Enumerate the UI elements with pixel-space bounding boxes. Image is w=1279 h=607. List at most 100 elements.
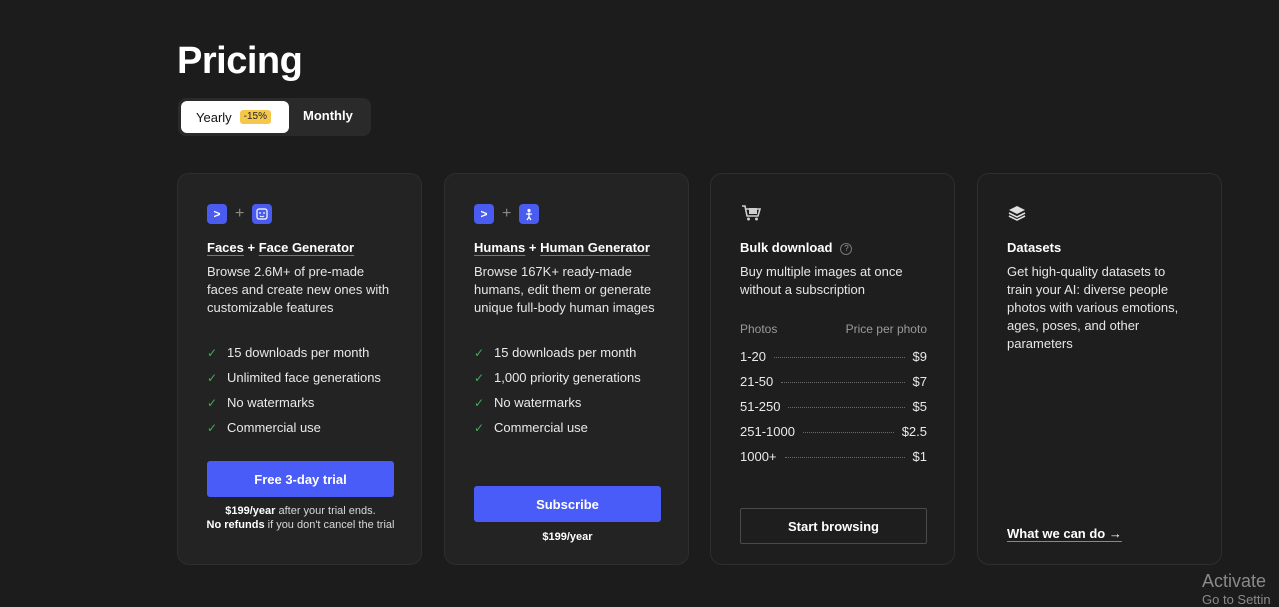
feature-text: 15 downloads per month xyxy=(227,345,370,360)
humans-plan-card: > + Humans + Human Generator Browse 167K… xyxy=(444,173,689,565)
faces-link[interactable]: Faces xyxy=(207,240,244,255)
face-generator-link[interactable]: Face Generator xyxy=(259,240,354,255)
card-description: Browse 2.6M+ of pre-made faces and creat… xyxy=(207,264,390,315)
what-we-can-do-link[interactable]: What we can do → xyxy=(1007,526,1122,541)
billing-toggle: Yearly -15% Monthly xyxy=(178,98,371,136)
plan-icons: > + xyxy=(207,204,273,224)
yearly-option[interactable]: Yearly -15% xyxy=(181,101,289,133)
plan-icons xyxy=(740,204,762,222)
photos-column-header: Photos xyxy=(740,322,778,336)
feature-item: ✓ Unlimited face generations xyxy=(207,365,381,390)
note-price: $199/year xyxy=(542,531,593,543)
layers-icon xyxy=(1008,206,1026,221)
help-icon[interactable]: ? xyxy=(840,242,853,255)
price-table-header: Photos Price per photo xyxy=(740,322,927,336)
check-icon: ✓ xyxy=(474,420,485,435)
check-icon: ✓ xyxy=(474,345,485,360)
price-row: 251-1000 $2.5 xyxy=(740,419,927,444)
title-plus: + xyxy=(243,240,259,255)
feature-item: ✓ 15 downloads per month xyxy=(207,340,381,365)
check-icon: ✓ xyxy=(207,420,218,435)
feature-text: 1,000 priority generations xyxy=(494,370,641,385)
feature-text: Unlimited face generations xyxy=(227,370,381,385)
watermark-line1: Activate xyxy=(1202,571,1267,591)
check-icon: ✓ xyxy=(207,395,218,410)
price-column-header: Price per photo xyxy=(845,322,927,336)
feature-item: ✓ 15 downloads per month xyxy=(474,340,641,365)
photo-range: 1-20 xyxy=(740,349,767,364)
terminal-icon: > xyxy=(207,204,227,224)
feature-text: No watermarks xyxy=(494,395,582,410)
feature-list: ✓ 15 downloads per month ✓ 1,000 priority … xyxy=(474,340,641,440)
card-description: Get high-quality datasets to train your … xyxy=(1007,264,1179,351)
card-title: Faces + Face Generator xyxy=(207,240,354,255)
card-description: Browse 167K+ ready-made humans, edit the… xyxy=(474,264,655,315)
feature-item: ✓ Commercial use xyxy=(207,415,381,440)
monthly-option[interactable]: Monthly xyxy=(303,108,353,123)
card-title: Datasets xyxy=(1007,240,1062,255)
plus-icon: + xyxy=(502,205,512,222)
title-text: Bulk download xyxy=(740,240,833,255)
yearly-label: Yearly xyxy=(196,109,232,125)
check-icon: ✓ xyxy=(207,345,218,360)
check-icon: ✓ xyxy=(474,370,485,385)
photo-price: $9 xyxy=(912,349,927,364)
check-icon: ✓ xyxy=(474,395,485,410)
watermark-line2: Go to Settin xyxy=(1202,592,1271,607)
free-trial-button[interactable]: Free 3-day trial xyxy=(207,461,394,497)
card-title: Humans + Human Generator xyxy=(474,240,650,255)
cart-icon xyxy=(742,205,762,221)
start-browsing-button[interactable]: Start browsing xyxy=(740,508,927,544)
photo-price: $1 xyxy=(912,449,927,464)
human-generator-icon xyxy=(519,204,540,224)
feature-item: ✓ Commercial use xyxy=(474,415,641,440)
feature-item: ✓ No watermarks xyxy=(207,390,381,415)
price-row: 1-20 $9 xyxy=(740,344,927,369)
price-row: 21-50 $7 xyxy=(740,369,927,394)
feature-list: ✓ 15 downloads per month ✓ Unlimited face … xyxy=(207,340,381,440)
terminal-icon: > xyxy=(474,204,494,224)
note-text: after your trial ends. xyxy=(275,505,376,517)
note-text: if you don't cancel the trial xyxy=(264,519,395,531)
bulk-download-card: Bulk download? Buy multiple images at on… xyxy=(710,173,955,565)
feature-text: 15 downloads per month xyxy=(494,345,637,360)
photo-range: 1000+ xyxy=(740,449,777,464)
price-row: 51-250 $5 xyxy=(740,394,927,419)
price-row: 1000+ $1 xyxy=(740,444,927,469)
human-generator-link[interactable]: Human Generator xyxy=(540,240,650,255)
price-table: 1-20 $9 21-50 $7 51-250 $5 251-1000 $2.5 100… xyxy=(740,344,927,469)
subscribe-button[interactable]: Subscribe xyxy=(474,486,661,522)
feature-item: ✓ 1,000 priority generations xyxy=(474,365,641,390)
plan-icons: > + xyxy=(474,204,540,224)
feature-text: No watermarks xyxy=(227,395,315,410)
dotted-leader xyxy=(802,432,894,433)
card-title: Bulk download? xyxy=(740,240,853,255)
datasets-card: Datasets Get high-quality datasets to tr… xyxy=(977,173,1222,565)
face-generator-icon xyxy=(252,204,273,224)
photo-range: 251-1000 xyxy=(740,424,795,439)
trial-note: $199/year after your trial ends. No refu… xyxy=(197,504,404,532)
dotted-leader xyxy=(774,357,905,358)
note-price: $199/year xyxy=(225,505,276,517)
dotted-leader xyxy=(788,407,905,408)
page-title: Pricing xyxy=(177,40,303,82)
check-icon: ✓ xyxy=(207,370,218,385)
note-bold: No refunds xyxy=(206,519,265,531)
card-description: Buy multiple images at once without a su… xyxy=(740,264,903,297)
photo-price: $2.5 xyxy=(901,424,927,439)
dotted-leader xyxy=(784,457,905,458)
dotted-leader xyxy=(781,382,905,383)
photo-range: 21-50 xyxy=(740,374,774,389)
feature-item: ✓ No watermarks xyxy=(474,390,641,415)
photo-range: 51-250 xyxy=(740,399,781,414)
plus-icon: + xyxy=(235,205,245,222)
activate-windows-watermark: Activate Go to Settin xyxy=(1202,570,1271,607)
title-plus: + xyxy=(525,240,541,255)
humans-link[interactable]: Humans xyxy=(474,240,525,255)
feature-text: Commercial use xyxy=(494,420,588,435)
photo-price: $5 xyxy=(912,399,927,414)
discount-badge: -15% xyxy=(239,110,272,124)
feature-text: Commercial use xyxy=(227,420,321,435)
faces-plan-card: > + Faces + Face Generator Browse 2.6M+ … xyxy=(177,173,422,565)
photo-price: $7 xyxy=(912,374,927,389)
